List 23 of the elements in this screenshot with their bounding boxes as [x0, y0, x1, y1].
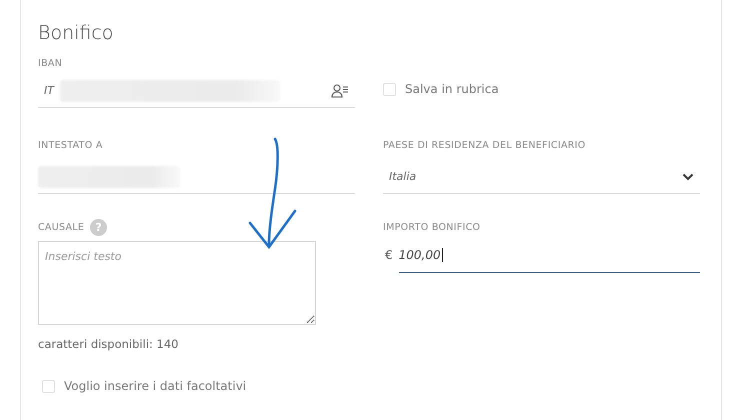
iban-field[interactable]: IT — [38, 74, 355, 108]
checkbox[interactable] — [383, 82, 396, 96]
save-to-contacts-checkbox[interactable]: Salva in rubrica — [383, 82, 700, 96]
checkbox-label: Salva in rubrica — [405, 82, 499, 96]
amount-value: 100,00 — [398, 248, 443, 262]
contact-book-icon[interactable] — [331, 84, 349, 98]
country-dropdown[interactable]: Italia — [383, 160, 700, 194]
field-label: CAUSALE ? — [38, 220, 355, 234]
checkbox[interactable] — [42, 380, 55, 392]
currency-symbol: € — [384, 248, 393, 262]
optional-data-checkbox[interactable]: Voglio inserire i dati facoltativi — [42, 379, 721, 393]
dropdown-value: Italia — [388, 170, 416, 183]
chevron-down-icon — [682, 172, 694, 180]
iban-value: IT — [43, 84, 54, 97]
field-label: IMPORTO BONIFICO — [383, 220, 482, 234]
amount-field[interactable]: € 100,00 — [383, 238, 700, 272]
reason-textarea[interactable]: Inserisci testo — [38, 241, 316, 325]
character-counter: caratteri disponibili: 140 — [38, 337, 180, 351]
field-label: INTESTATO A — [38, 138, 104, 152]
checkbox-label: Voglio inserire i dati facoltativi — [64, 379, 246, 393]
field-label: PAESE DI RESIDENZA DEL BENEFICIARIO — [383, 138, 587, 152]
form-title: Bonifico — [38, 22, 114, 44]
field-label: IBAN — [38, 56, 64, 70]
